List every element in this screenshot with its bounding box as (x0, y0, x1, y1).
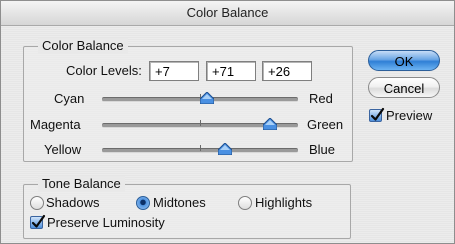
color-levels-label: Color Levels: (66, 63, 142, 78)
cancel-button[interactable]: Cancel (368, 77, 440, 98)
preserve-luminosity-label[interactable]: Preserve Luminosity (47, 215, 165, 231)
shadows-label[interactable]: Shadows (46, 195, 99, 211)
midtones-label[interactable]: Midtones (153, 195, 206, 211)
preview-label[interactable]: Preview (386, 108, 432, 124)
slider-center-tick (200, 120, 201, 126)
color-balance-dialog: Color Balance Color Balance Color Levels… (0, 0, 455, 244)
tone-balance-group: Tone Balance Shadows Midtones Highlights… (23, 176, 351, 239)
highlights-radio[interactable] (238, 196, 252, 210)
checkmark-icon (370, 107, 385, 121)
preserve-luminosity-checkbox[interactable] (30, 214, 46, 229)
preview-checkbox[interactable] (369, 107, 385, 122)
color-level-field-3[interactable]: +26 (262, 61, 312, 81)
color-balance-group-label: Color Balance (38, 38, 128, 54)
slider-cyan-label: Cyan (54, 91, 85, 106)
highlights-label[interactable]: Highlights (255, 195, 312, 211)
magenta-green-slider[interactable] (102, 118, 298, 136)
window-title: Color Balance (186, 5, 269, 20)
slider-green-label: Green (307, 117, 344, 132)
shadows-radio[interactable] (30, 196, 44, 210)
color-balance-group: Color Balance Color Levels: +7 +71 +26 C… (23, 38, 353, 162)
checkmark-icon (31, 214, 46, 228)
slider-thumb-icon[interactable] (200, 92, 214, 104)
title-bar[interactable]: Color Balance (1, 1, 454, 26)
ok-button[interactable]: OK (368, 50, 440, 71)
midtones-radio[interactable] (136, 196, 150, 210)
slider-center-tick (200, 145, 201, 151)
tone-balance-group-label: Tone Balance (38, 176, 125, 192)
slider-yellow-label: Yellow (44, 142, 82, 157)
slider-thumb-icon[interactable] (263, 118, 277, 130)
color-level-field-2[interactable]: +71 (206, 61, 256, 81)
slider-blue-label: Blue (309, 142, 336, 157)
color-level-field-1[interactable]: +7 (149, 61, 199, 81)
slider-magenta-label: Magenta (30, 117, 81, 132)
cyan-red-slider[interactable] (102, 92, 298, 110)
yellow-blue-slider[interactable] (102, 143, 298, 161)
slider-red-label: Red (309, 91, 333, 106)
slider-thumb-icon[interactable] (218, 143, 232, 155)
